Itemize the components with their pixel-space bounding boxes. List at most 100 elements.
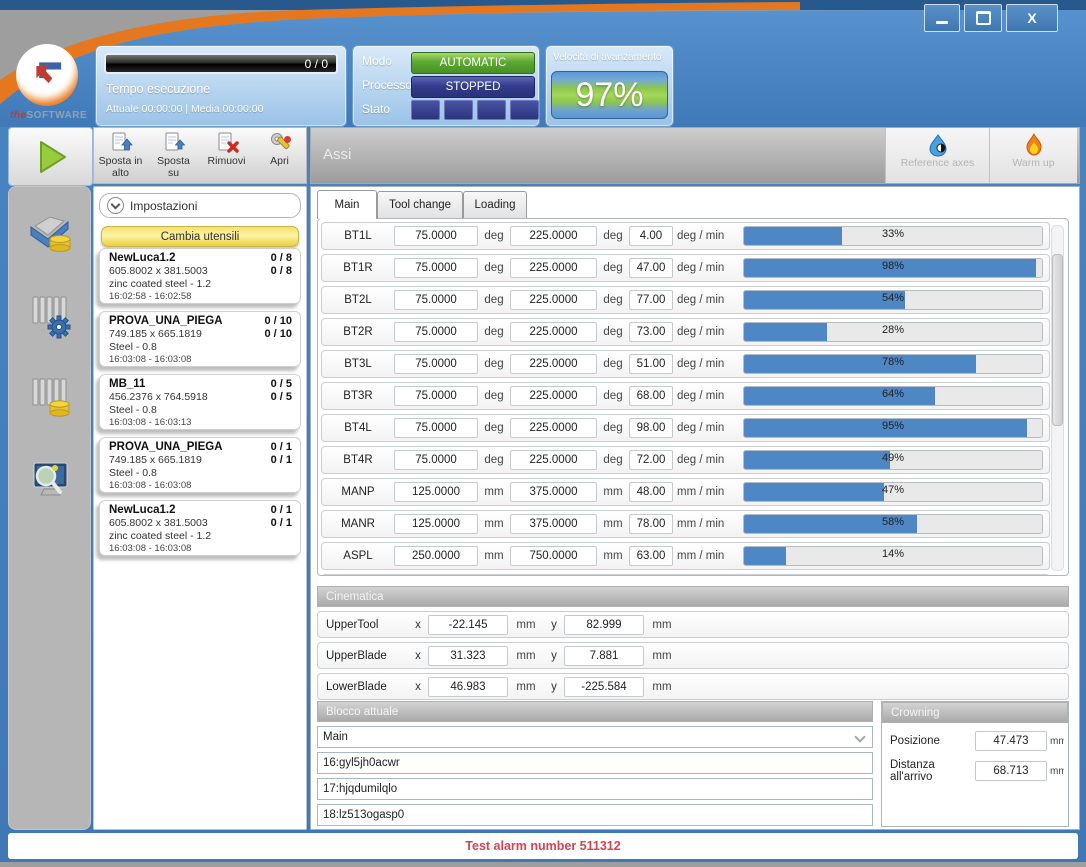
modo-value-button[interactable]: AUTOMATIC: [411, 52, 535, 74]
app-logo: [16, 44, 78, 106]
x-value-field[interactable]: 31.323: [428, 646, 508, 666]
job-toolbar: Sposta inalto Spostasu Rimuovi Apri: [93, 127, 307, 184]
parts-database-icon: [26, 209, 74, 257]
block-line[interactable]: 16:gyl5jh0acwr: [317, 752, 873, 774]
stato-indicator-1: [411, 100, 440, 120]
close-button[interactable]: X: [1006, 4, 1058, 32]
document-remove-icon: [215, 131, 239, 155]
speed-field[interactable]: 47.00: [629, 258, 673, 278]
target-field[interactable]: 225.0000: [510, 450, 597, 470]
job-card[interactable]: NewLuca1.2 0 / 1 0 / 1 605.8002 x 381.50…: [99, 500, 301, 556]
navigation-sidebar: [8, 186, 91, 830]
move-up-button[interactable]: Spostasu: [147, 128, 200, 183]
feed-rate-title: Velocità di avanzamento: [553, 52, 661, 63]
scrollbar-thumb[interactable]: [1052, 254, 1063, 426]
speed-field[interactable]: 63.00: [629, 546, 673, 566]
reference-axes-button[interactable]: Reference axes: [885, 128, 989, 183]
job-card[interactable]: MB_11 0 / 5 0 / 5 456.2376 x 764.5918 St…: [99, 374, 301, 430]
target-field[interactable]: 225.0000: [510, 418, 597, 438]
position-field[interactable]: 75.0000: [394, 258, 478, 278]
monitor-search-icon: [26, 455, 74, 503]
warm-up-button[interactable]: Warm up: [989, 128, 1077, 183]
target-field[interactable]: 750.0000: [510, 546, 597, 566]
remove-button[interactable]: Rimuovi: [200, 128, 253, 183]
maximize-button[interactable]: [964, 4, 1002, 32]
x-value-field[interactable]: 46.983: [428, 677, 508, 697]
alarm-text: Test alarm number 511312: [465, 839, 620, 853]
target-field[interactable]: 225.0000: [510, 258, 597, 278]
job-card[interactable]: NewLuca1.2 0 / 8 0 / 8 605.8002 x 381.50…: [99, 248, 301, 304]
axis-progressbar: 58%: [743, 514, 1043, 534]
open-button[interactable]: Apri: [253, 128, 306, 183]
target-field[interactable]: 375.0000: [510, 514, 597, 534]
y-value-field[interactable]: 7.881: [564, 646, 644, 666]
axis-row: BT4L 75.0000 deg 225.0000 deg 98.00 deg …: [321, 414, 1050, 442]
speed-field[interactable]: 4.00: [629, 226, 673, 246]
tool-database-icon: [26, 373, 74, 421]
block-line[interactable]: 18:lz513ogasp0: [317, 804, 873, 826]
job-card[interactable]: PROVA_UNA_PIEGA 0 / 1 0 / 1 749.185 x 66…: [99, 437, 301, 493]
position-field[interactable]: 75.0000: [394, 290, 478, 310]
job-list: NewLuca1.2 0 / 8 0 / 8 605.8002 x 381.50…: [99, 248, 301, 563]
tab-loading[interactable]: Loading: [463, 191, 527, 218]
position-field[interactable]: 250.0000: [394, 546, 478, 566]
position-field[interactable]: 125.0000: [394, 482, 478, 502]
sidebar-item-parts-database[interactable]: [26, 209, 74, 257]
axis-row: MANR 125.0000 mm 375.0000 mm 78.00 mm / …: [321, 510, 1050, 538]
job-list-panel: Impostazioni Cambia utensili NewLuca1.2 …: [93, 186, 307, 830]
tab-tool-change[interactable]: Tool change: [377, 191, 463, 218]
position-field[interactable]: 75.0000: [394, 322, 478, 342]
tab-main[interactable]: Main: [317, 190, 377, 219]
speed-field[interactable]: 78.00: [629, 514, 673, 534]
position-field[interactable]: 125.0000: [394, 514, 478, 534]
speed-field[interactable]: 72.00: [629, 450, 673, 470]
settings-expander[interactable]: Impostazioni: [99, 193, 301, 218]
move-to-top-button[interactable]: Sposta inalto: [94, 128, 147, 183]
sidebar-item-diagnostics[interactable]: [26, 455, 74, 503]
distance-field[interactable]: 68.713: [975, 761, 1047, 781]
position-field[interactable]: 75.0000: [394, 386, 478, 406]
target-field[interactable]: 225.0000: [510, 386, 597, 406]
speed-field[interactable]: 73.00: [629, 322, 673, 342]
block-select[interactable]: Main: [317, 726, 873, 748]
minimize-button[interactable]: [924, 4, 960, 32]
speed-field[interactable]: 98.00: [629, 418, 673, 438]
sidebar-item-tool-database[interactable]: [26, 373, 74, 421]
start-button[interactable]: [8, 127, 93, 186]
crowning-row: Posizione 47.473 mm: [890, 731, 1064, 751]
target-field[interactable]: 375.0000: [510, 482, 597, 502]
application-window: X theSOFTWARE 0 / 0 Tempo esecuzione Att…: [0, 0, 1086, 867]
target-field[interactable]: 225.0000: [510, 322, 597, 342]
close-icon: X: [1027, 10, 1036, 26]
position-field[interactable]: 75.0000: [394, 418, 478, 438]
stato-indicators: [411, 100, 539, 120]
job-card[interactable]: PROVA_UNA_PIEGA 0 / 10 0 / 10 749.185 x …: [99, 311, 301, 367]
target-field[interactable]: 225.0000: [510, 354, 597, 374]
y-value-field[interactable]: -225.584: [564, 677, 644, 697]
sidebar-item-tool-setup[interactable]: [26, 291, 74, 339]
axis-row: BT2L 75.0000 deg 225.0000 deg 77.00 deg …: [321, 286, 1050, 314]
speed-field[interactable]: 51.00: [629, 354, 673, 374]
maximize-icon: [976, 11, 991, 25]
axes-content-panel: Main Tool change Loading BT1L 75.0000 de…: [310, 186, 1080, 830]
axis-progressbar: 95%: [743, 418, 1043, 438]
position-field[interactable]: 75.0000: [394, 450, 478, 470]
block-line[interactable]: 17:hjqdumilqlo: [317, 778, 873, 800]
speed-field[interactable]: 77.00: [629, 290, 673, 310]
y-value-field[interactable]: 82.999: [564, 615, 644, 635]
x-value-field[interactable]: -22.145: [428, 615, 508, 635]
stato-indicator-2: [444, 100, 473, 120]
position-field[interactable]: 47.473: [975, 731, 1047, 751]
current-block-header: Blocco attuale: [317, 701, 873, 722]
speed-field[interactable]: 68.00: [629, 386, 673, 406]
alarm-bar[interactable]: Test alarm number 511312: [8, 833, 1078, 859]
target-field[interactable]: 225.0000: [510, 290, 597, 310]
position-field[interactable]: 75.0000: [394, 354, 478, 374]
processo-value-button[interactable]: STOPPED: [411, 76, 535, 98]
target-field[interactable]: 225.0000: [510, 226, 597, 246]
speed-field[interactable]: 48.00: [629, 482, 673, 502]
feed-rate-value: 97%: [551, 71, 668, 119]
vertical-scrollbar[interactable]: [1051, 225, 1064, 571]
position-field[interactable]: 75.0000: [394, 226, 478, 246]
change-tools-button[interactable]: Cambia utensili: [101, 226, 299, 247]
